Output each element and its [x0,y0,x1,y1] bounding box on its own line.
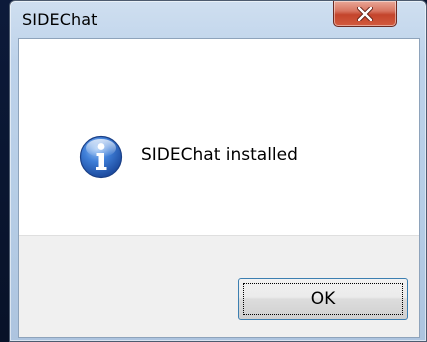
message-area: SIDEChat installed [19,39,419,235]
close-button[interactable] [333,1,397,27]
message-text: SIDEChat installed [141,145,298,165]
dialog-client-area: SIDEChat installed OK [18,38,420,338]
message-box-window: SIDEChat SIDEChat installed OK [9,0,427,342]
close-icon [357,6,373,21]
ok-button[interactable]: OK [238,278,408,320]
ok-button-label: OK [310,289,336,309]
button-bar: OK [19,235,419,337]
title-bar[interactable]: SIDEChat [10,1,426,37]
information-icon [79,135,123,179]
window-title: SIDEChat [22,10,98,29]
